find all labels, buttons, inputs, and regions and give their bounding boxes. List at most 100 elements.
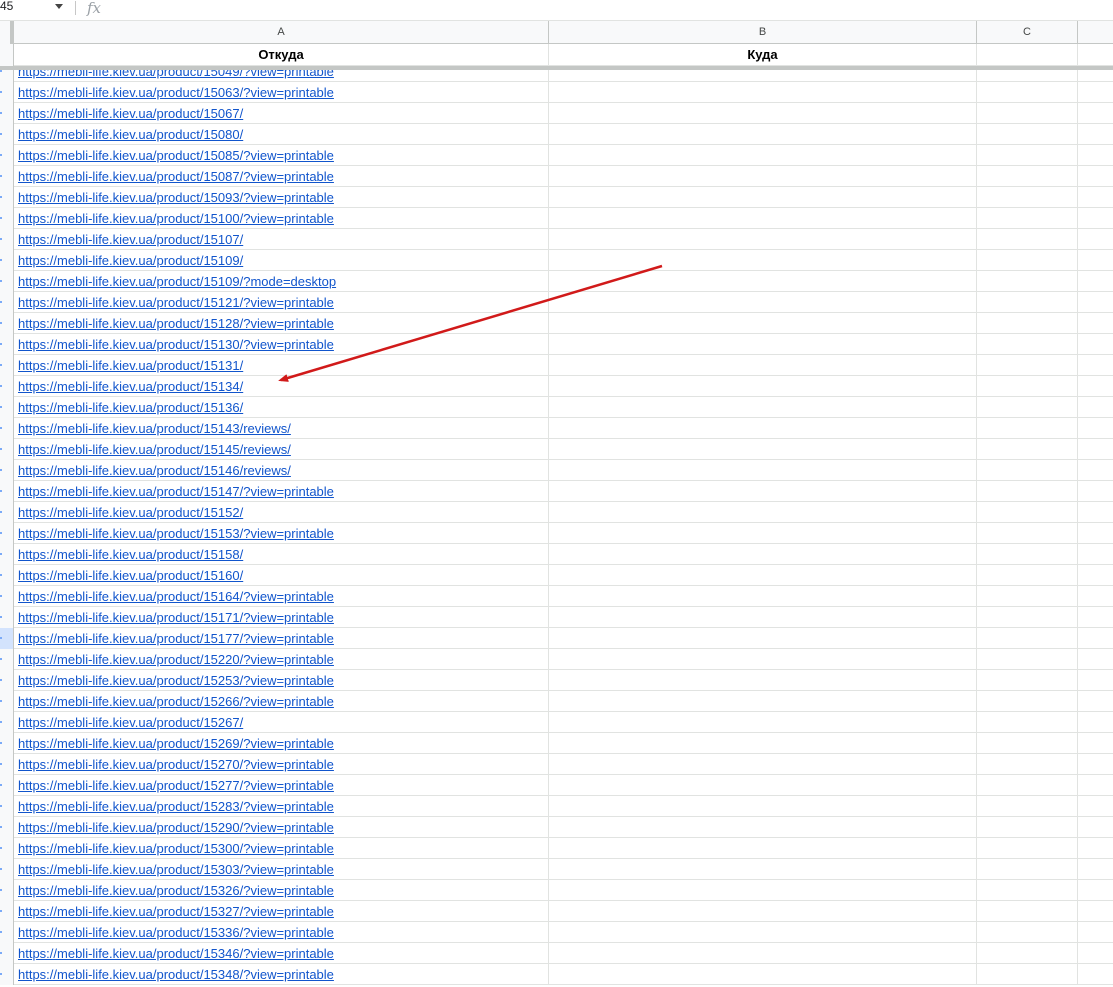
cell-d[interactable] bbox=[1078, 166, 1113, 187]
cell-from[interactable]: https://mebli-life.kiev.ua/product/15067… bbox=[14, 103, 549, 124]
row-header[interactable] bbox=[0, 124, 14, 145]
cell-d[interactable] bbox=[1078, 187, 1113, 208]
cell-c[interactable] bbox=[977, 187, 1078, 208]
cell-link[interactable]: https://mebli-life.kiev.ua/product/15146… bbox=[18, 463, 291, 478]
cell-c[interactable] bbox=[977, 859, 1078, 880]
cell-b[interactable] bbox=[549, 70, 977, 82]
cell-link[interactable]: https://mebli-life.kiev.ua/product/15253… bbox=[18, 673, 334, 688]
cell-from[interactable]: https://mebli-life.kiev.ua/product/15063… bbox=[14, 82, 549, 103]
cell-from[interactable]: https://mebli-life.kiev.ua/product/15326… bbox=[14, 880, 549, 901]
cell-link[interactable]: https://mebli-life.kiev.ua/product/15336… bbox=[18, 925, 334, 940]
cell-b[interactable] bbox=[549, 103, 977, 124]
row-header[interactable] bbox=[0, 859, 14, 880]
cell-link[interactable]: https://mebli-life.kiev.ua/product/15164… bbox=[18, 589, 334, 604]
row-header[interactable] bbox=[0, 754, 14, 775]
cell-b[interactable] bbox=[549, 418, 977, 439]
cell-c[interactable] bbox=[977, 670, 1078, 691]
cell-from[interactable]: https://mebli-life.kiev.ua/product/15136… bbox=[14, 397, 549, 418]
cell-c[interactable] bbox=[977, 943, 1078, 964]
row-header[interactable] bbox=[0, 733, 14, 754]
cell-b[interactable] bbox=[549, 628, 977, 649]
row-header[interactable] bbox=[0, 439, 14, 460]
cell-from[interactable]: https://mebli-life.kiev.ua/product/15303… bbox=[14, 859, 549, 880]
cell-c[interactable] bbox=[977, 418, 1078, 439]
cell-d[interactable] bbox=[1078, 733, 1113, 754]
cell-b[interactable] bbox=[549, 481, 977, 502]
cell-d[interactable] bbox=[1078, 103, 1113, 124]
cell-link[interactable]: https://mebli-life.kiev.ua/product/15348… bbox=[18, 967, 334, 982]
cell-c[interactable] bbox=[977, 313, 1078, 334]
cell-c[interactable] bbox=[977, 754, 1078, 775]
cell-link[interactable]: https://mebli-life.kiev.ua/product/15171… bbox=[18, 610, 334, 625]
cell-c[interactable] bbox=[977, 565, 1078, 586]
cell-from[interactable]: https://mebli-life.kiev.ua/product/15153… bbox=[14, 523, 549, 544]
cell-link[interactable]: https://mebli-life.kiev.ua/product/15109… bbox=[18, 274, 336, 289]
header-cell-to[interactable]: Куда bbox=[549, 44, 977, 66]
row-header[interactable] bbox=[0, 418, 14, 439]
cell-from[interactable]: https://mebli-life.kiev.ua/product/15147… bbox=[14, 481, 549, 502]
cell-link[interactable]: https://mebli-life.kiev.ua/product/15326… bbox=[18, 883, 334, 898]
cell-link[interactable]: https://mebli-life.kiev.ua/product/15283… bbox=[18, 799, 334, 814]
cell-d[interactable] bbox=[1078, 502, 1113, 523]
row-header[interactable] bbox=[0, 964, 14, 985]
cell-link[interactable]: https://mebli-life.kiev.ua/product/15093… bbox=[18, 190, 334, 205]
cell-b[interactable] bbox=[549, 607, 977, 628]
cell-c[interactable] bbox=[977, 355, 1078, 376]
cell-d[interactable] bbox=[1078, 649, 1113, 670]
row-header[interactable] bbox=[0, 44, 14, 66]
cell-from[interactable]: https://mebli-life.kiev.ua/product/15158… bbox=[14, 544, 549, 565]
cell-b[interactable] bbox=[549, 901, 977, 922]
cell-c[interactable] bbox=[977, 922, 1078, 943]
cell-c[interactable] bbox=[977, 544, 1078, 565]
cell-from[interactable]: https://mebli-life.kiev.ua/product/15283… bbox=[14, 796, 549, 817]
cell-b[interactable] bbox=[549, 124, 977, 145]
cell-link[interactable]: https://mebli-life.kiev.ua/product/15177… bbox=[18, 631, 334, 646]
cell-c[interactable] bbox=[977, 586, 1078, 607]
cell-c[interactable] bbox=[977, 70, 1078, 82]
row-header[interactable] bbox=[0, 166, 14, 187]
cell-b[interactable] bbox=[549, 775, 977, 796]
cell-c[interactable] bbox=[977, 229, 1078, 250]
cell-b[interactable] bbox=[549, 250, 977, 271]
cell-b[interactable] bbox=[549, 355, 977, 376]
cell-c[interactable] bbox=[977, 145, 1078, 166]
cell-link[interactable]: https://mebli-life.kiev.ua/product/15327… bbox=[18, 904, 334, 919]
cell-b[interactable] bbox=[549, 439, 977, 460]
cell-b[interactable] bbox=[549, 313, 977, 334]
cell-link[interactable]: https://mebli-life.kiev.ua/product/15107… bbox=[18, 232, 243, 247]
cell-from[interactable]: https://mebli-life.kiev.ua/product/15177… bbox=[14, 628, 549, 649]
cell-c[interactable] bbox=[977, 481, 1078, 502]
cell-c[interactable] bbox=[977, 775, 1078, 796]
row-header[interactable] bbox=[0, 922, 14, 943]
cell-b[interactable] bbox=[549, 208, 977, 229]
row-header[interactable] bbox=[0, 229, 14, 250]
cell-from[interactable]: https://mebli-life.kiev.ua/product/15327… bbox=[14, 901, 549, 922]
cell-link[interactable]: https://mebli-life.kiev.ua/product/15153… bbox=[18, 526, 334, 541]
cell-link[interactable]: https://mebli-life.kiev.ua/product/15220… bbox=[18, 652, 334, 667]
cell-d[interactable] bbox=[1078, 460, 1113, 481]
cell-b[interactable] bbox=[549, 187, 977, 208]
column-header-c[interactable]: C bbox=[977, 21, 1078, 44]
column-header-a[interactable]: A bbox=[14, 21, 549, 44]
row-header[interactable] bbox=[0, 502, 14, 523]
cell-link[interactable]: https://mebli-life.kiev.ua/product/15067… bbox=[18, 106, 243, 121]
row-header[interactable] bbox=[0, 82, 14, 103]
cell-b[interactable] bbox=[549, 712, 977, 733]
row-header[interactable] bbox=[0, 607, 14, 628]
cell-from[interactable]: https://mebli-life.kiev.ua/product/15049… bbox=[14, 70, 549, 82]
cell-link[interactable]: https://mebli-life.kiev.ua/product/15134… bbox=[18, 379, 243, 394]
cell-d[interactable] bbox=[1078, 82, 1113, 103]
cell-d[interactable] bbox=[1078, 943, 1113, 964]
cell-b[interactable] bbox=[549, 796, 977, 817]
cell-d[interactable] bbox=[1078, 397, 1113, 418]
cell-b[interactable] bbox=[549, 397, 977, 418]
cell-b[interactable] bbox=[549, 229, 977, 250]
cell-link[interactable]: https://mebli-life.kiev.ua/product/15080… bbox=[18, 127, 243, 142]
row-header[interactable] bbox=[0, 208, 14, 229]
row-header[interactable] bbox=[0, 334, 14, 355]
cell-b[interactable] bbox=[549, 691, 977, 712]
cell-from[interactable]: https://mebli-life.kiev.ua/product/15080… bbox=[14, 124, 549, 145]
cell-from[interactable]: https://mebli-life.kiev.ua/product/15121… bbox=[14, 292, 549, 313]
header-cell-c[interactable] bbox=[977, 44, 1078, 66]
cell-b[interactable] bbox=[549, 166, 977, 187]
